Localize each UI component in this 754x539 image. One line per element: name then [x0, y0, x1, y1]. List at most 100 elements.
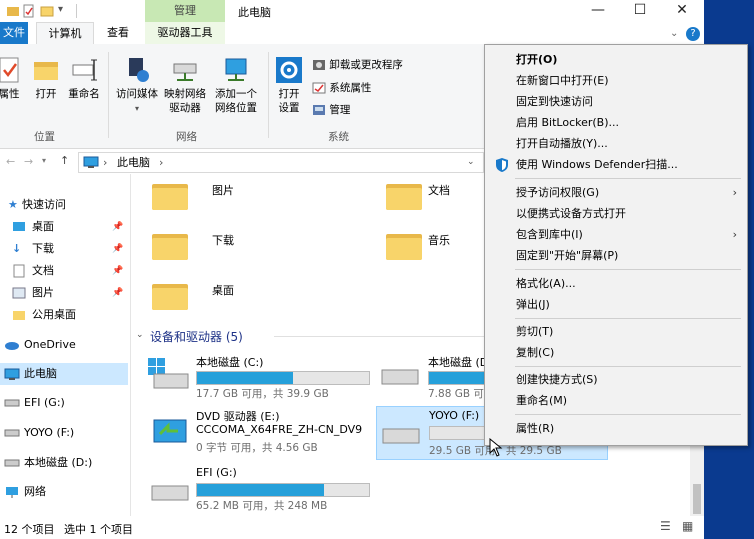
menu-separator — [515, 414, 741, 415]
menu-item-format[interactable]: 格式化(A)... — [485, 274, 747, 294]
location-group-label: 位置 — [34, 131, 55, 143]
quick-access-dropdown-icon[interactable]: ▾ — [58, 4, 63, 15]
tab-computer[interactable]: 计算机 — [36, 22, 94, 45]
menu-item-rename[interactable]: 重命名(M) — [485, 391, 747, 411]
ribbon-collapse-icon[interactable]: ⌄ — [670, 28, 678, 39]
forward-arrow-icon[interactable]: → — [24, 155, 33, 168]
minimize-button[interactable]: — — [578, 0, 618, 22]
system-group-label: 系统 — [328, 131, 349, 143]
drive-info: 65.2 MB 可用，共 248 MB — [196, 500, 328, 512]
folder-icon — [152, 280, 188, 310]
nav-yoyo[interactable]: YOYO (F:) — [0, 422, 128, 444]
menu-item-copy[interactable]: 复制(C) — [485, 343, 747, 363]
nav-efi[interactable]: EFI (G:) — [0, 392, 128, 414]
drive-e[interactable]: DVD 驱动器 (E:) CCCOMA_X64FRE_ZH-CN_DV9 0 字… — [148, 408, 378, 456]
folder-desktop[interactable]: 桌面 — [152, 280, 272, 320]
uninstall-icon — [313, 60, 325, 70]
folder-label: 音乐 — [428, 234, 450, 247]
properties-icon[interactable] — [22, 4, 36, 18]
nav-yoyo-label: YOYO (F:) — [24, 426, 75, 439]
nav-documents[interactable]: 文档 📌 — [0, 260, 128, 282]
access-media-button[interactable]: 访问媒体 ▾ — [112, 56, 162, 116]
up-arrow-icon[interactable]: ↑ — [60, 154, 69, 167]
menu-item-pin-quick-access[interactable]: 固定到快速访问 — [485, 92, 747, 112]
item-count: 12 个项目 — [4, 523, 55, 536]
nav-quick-access[interactable]: ★ 快速访问 — [0, 194, 128, 216]
tab-view[interactable]: 查看 — [96, 22, 140, 44]
menu-label: 剪切(T) — [516, 325, 554, 338]
pin-icon: 📌 — [112, 288, 124, 298]
menu-item-open-new-window[interactable]: 在新窗口中打开(E) — [485, 71, 747, 91]
open-settings-button[interactable]: 打开 设置 — [272, 56, 306, 115]
menu-item-autoplay[interactable]: 打开自动播放(Y)... — [485, 134, 747, 154]
folder-pictures[interactable]: 图片 — [152, 180, 272, 220]
menu-item-give-access[interactable]: 授予访问权限(G) › — [485, 183, 747, 203]
tab-file[interactable]: 文件 — [0, 22, 28, 44]
nav-onedrive[interactable]: OneDrive — [0, 334, 128, 356]
uninstall-button[interactable]: 卸载或更改程序 — [312, 57, 403, 72]
menu-item-open[interactable]: 打开(O) — [485, 50, 747, 70]
nav-pictures[interactable]: 图片 📌 — [0, 282, 128, 304]
back-arrow-icon[interactable]: ← — [6, 155, 15, 168]
tiles-view-icon[interactable]: ▦ — [682, 519, 693, 533]
help-icon[interactable]: ? — [686, 27, 700, 41]
tab-drive-tools[interactable]: 驱动器工具 — [145, 22, 225, 44]
nav-desktop[interactable]: 桌面 📌 — [0, 216, 128, 238]
menu-item-bitlocker[interactable]: 启用 BitLocker(B)... — [485, 113, 747, 133]
drive-c[interactable]: 本地磁盘 (C:) 17.7 GB 可用，共 39.9 GB — [148, 354, 370, 400]
pictures-icon — [12, 287, 26, 299]
network-icon — [6, 487, 18, 498]
rename-ribbon-button[interactable]: 重命名 — [64, 56, 104, 101]
manage-button[interactable]: 管理 — [312, 102, 350, 117]
menu-item-cut[interactable]: 剪切(T) — [485, 322, 747, 342]
title-divider — [76, 4, 77, 18]
drive-name: EFI (G:) — [196, 466, 237, 479]
nav-public-desktop[interactable]: 公用桌面 — [0, 304, 128, 326]
drive-g[interactable]: EFI (G:) 65.2 MB 可用，共 248 MB — [148, 464, 378, 512]
open-settings-label-1: 打开 — [278, 88, 300, 100]
manage-context-tab[interactable]: 管理 — [145, 0, 225, 22]
menu-item-portable[interactable]: 以便携式设备方式打开 — [485, 204, 747, 224]
menu-label: 格式化(A)... — [516, 277, 576, 290]
menu-item-include-library[interactable]: 包含到库中(I) › — [485, 225, 747, 245]
menu-item-eject[interactable]: 弹出(J) — [485, 295, 747, 315]
media-icon — [129, 58, 149, 82]
menu-label: 在新窗口中打开(E) — [516, 74, 609, 87]
address-chevron-icon: › — [159, 156, 164, 169]
add-location-label-1: 添加一个 — [215, 88, 257, 100]
details-view-icon[interactable]: ☰ — [660, 519, 671, 533]
menu-item-pin-start[interactable]: 固定到"开始"屏幕(P) — [485, 246, 747, 266]
menu-item-defender[interactable]: 使用 Windows Defender扫描... — [485, 155, 747, 175]
map-network-drive-button[interactable]: 映射网络 驱动器 — [160, 56, 210, 115]
drive-usage-fill — [197, 372, 294, 384]
document-icon — [13, 264, 25, 278]
close-button[interactable]: ✕ — [662, 0, 702, 22]
folder-icon — [386, 180, 422, 210]
nav-downloads[interactable]: ↓ 下载 📌 — [0, 238, 128, 260]
defender-shield-icon — [496, 158, 508, 172]
menu-label: 包含到库中(I) — [516, 228, 583, 241]
open-settings-label-2: 设置 — [278, 102, 300, 114]
maximize-button[interactable]: ☐ — [620, 0, 660, 22]
network-location-icon — [225, 58, 247, 81]
add-network-location-button[interactable]: 添加一个 网络位置 — [210, 56, 262, 115]
nav-local-d[interactable]: 本地磁盘 (D:) — [0, 452, 128, 474]
new-folder-icon[interactable] — [40, 4, 54, 18]
drive-usage-bar — [196, 483, 370, 497]
menu-label: 以便携式设备方式打开 — [516, 207, 626, 220]
address-bar[interactable]: › 此电脑 › ⌄ — [78, 152, 484, 173]
scrollbar-thumb[interactable] — [693, 484, 701, 514]
menu-item-properties[interactable]: 属性(R) — [485, 419, 747, 439]
menu-item-create-shortcut[interactable]: 创建快捷方式(S) — [485, 370, 747, 390]
map-drive-label-1: 映射网络 — [164, 88, 206, 100]
folder-downloads[interactable]: 下载 — [152, 230, 272, 270]
system-properties-button[interactable]: 系统属性 — [312, 80, 371, 95]
properties-ribbon-button[interactable]: 属性 — [0, 56, 24, 101]
collapse-chevron-icon[interactable]: ⌄ — [136, 330, 144, 340]
nav-this-pc[interactable]: 此电脑 — [0, 363, 128, 385]
nav-network[interactable]: 网络 — [0, 481, 128, 503]
open-ribbon-button[interactable]: 打开 — [30, 56, 62, 101]
recent-locations-icon[interactable]: ▾ — [42, 156, 46, 165]
address-chevron-icon: › — [103, 156, 108, 169]
address-dropdown-icon[interactable]: ⌄ — [467, 153, 475, 172]
